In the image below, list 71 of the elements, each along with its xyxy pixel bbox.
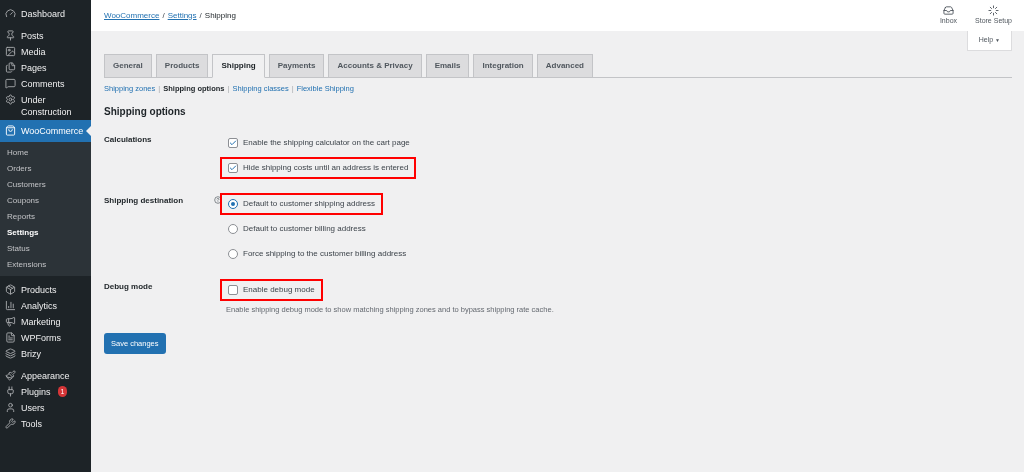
sidebar-item[interactable]: WPForms [0, 330, 91, 346]
sidebar-item[interactable]: Tools [0, 416, 91, 432]
megaphone-icon [5, 316, 16, 327]
user-icon [5, 402, 16, 413]
sidebar-item[interactable]: Appearance [0, 368, 91, 384]
section-title: Shipping options [104, 104, 187, 119]
image-icon [5, 46, 16, 57]
submenu-item[interactable]: Coupons [0, 193, 91, 209]
sidebar-item[interactable]: WooCommerce [0, 120, 91, 142]
radio-button[interactable] [228, 248, 238, 259]
sidebar-item[interactable]: Media [0, 44, 91, 60]
wrench-icon [5, 418, 16, 429]
breadcrumb-current: Shipping [204, 9, 236, 22]
option-label: Hide shipping costs until an address is entered [243, 161, 409, 174]
breadcrumb-link[interactable]: WooCommerce [104, 9, 160, 22]
sidebar-item[interactable]: Pages [0, 60, 91, 76]
option-label: Enable the shipping calculator on the cart page [243, 136, 410, 149]
gauge-icon [5, 8, 16, 19]
settings-tab[interactable]: Integration [473, 53, 533, 78]
settings-tab[interactable]: Shipping [212, 53, 265, 78]
settings-tab[interactable]: Advanced [536, 53, 593, 78]
submenu-item[interactable]: Home [0, 145, 91, 161]
form-icon [5, 332, 16, 343]
checkbox[interactable] [228, 284, 238, 295]
pages-icon [5, 62, 16, 73]
sidebar-item[interactable]: Analytics [0, 298, 91, 314]
sidebar-item[interactable]: Dashboard [0, 6, 91, 22]
submenu-item[interactable]: Customers [0, 177, 91, 193]
separator-text: / [162, 9, 165, 22]
setting-label: Calculations [104, 133, 152, 146]
plug-icon [5, 386, 16, 397]
inbox-icon [942, 4, 954, 16]
setting-label: Shipping destination [104, 194, 184, 207]
settings-tab[interactable]: Emails [425, 53, 470, 78]
submenu-item[interactable]: Status [0, 241, 91, 257]
option-label: Enable debug mode [243, 283, 315, 296]
radio-button[interactable] [228, 198, 238, 209]
comment-icon [5, 78, 16, 89]
breadcrumb-link[interactable]: Settings [167, 9, 197, 22]
sidebar-item[interactable]: Users [0, 400, 91, 416]
checkbox[interactable] [228, 162, 238, 173]
settings-tab[interactable]: General [104, 53, 152, 78]
brush-icon [5, 370, 16, 381]
bag-icon [5, 125, 16, 136]
sidebar-item[interactable]: Marketing [0, 314, 91, 330]
submenu-item[interactable]: Orders [0, 161, 91, 177]
settings-tab[interactable]: Products [155, 53, 209, 78]
option-label: Force shipping to the customer billing address [243, 247, 407, 260]
checkbox[interactable] [228, 137, 238, 148]
sidebar-item[interactable]: Products [0, 282, 91, 298]
separator-text: / [199, 9, 202, 22]
submenu-item[interactable]: Settings [0, 225, 91, 241]
layers-icon [5, 348, 16, 359]
sidebar-item[interactable]: Under Construction [0, 92, 91, 120]
submenu-item[interactable]: Extensions [0, 257, 91, 273]
gear-icon [5, 94, 16, 105]
pointer-icon [86, 126, 91, 136]
settings-tab[interactable]: Payments [268, 53, 325, 78]
option-label: Default to customer billing address [243, 222, 366, 235]
setting-label: Debug mode [104, 280, 153, 293]
pin-icon [5, 30, 16, 41]
settings-tab[interactable]: Accounts & Privacy [328, 53, 422, 78]
sidebar-item[interactable]: Comments [0, 76, 91, 92]
sidebar-item[interactable]: Posts [0, 28, 91, 44]
radio-button[interactable] [228, 223, 238, 234]
spinner-icon [988, 4, 999, 16]
option-label: Default to customer shipping address [243, 197, 376, 210]
box-icon [5, 284, 16, 295]
sidebar-item[interactable]: Brizy [0, 346, 91, 362]
bar-chart-icon [5, 300, 16, 311]
submenu-item[interactable]: Reports [0, 209, 91, 225]
